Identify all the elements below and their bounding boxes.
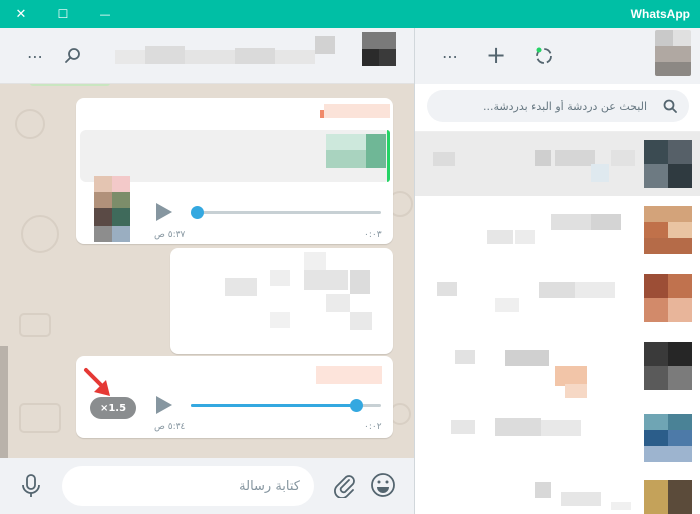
close-icon: ✕ bbox=[15, 6, 27, 22]
audio-progress-knob[interactable] bbox=[191, 206, 204, 219]
voice-message-bubble[interactable]: ٥:٣٧ ص ٠:٠٣ bbox=[76, 98, 393, 244]
message-list[interactable]: ٥:٣٧ ص ٠:٠٣ ×1.5 ٥:٣٤ ص ٠:٠٢ bbox=[0, 84, 414, 458]
composer-bar bbox=[0, 458, 414, 514]
chat-list-item[interactable] bbox=[415, 336, 700, 404]
voice-duration: ٠:٠٢ bbox=[364, 422, 382, 432]
contact-avatar[interactable] bbox=[362, 32, 396, 66]
maximize-icon: ☐ bbox=[57, 7, 69, 21]
chat-avatar bbox=[644, 274, 692, 322]
close-window-button[interactable]: ✕ bbox=[6, 0, 36, 28]
search-icon bbox=[663, 99, 677, 113]
voice-duration: ٠:٠٣ bbox=[364, 230, 382, 240]
play-button[interactable] bbox=[156, 203, 172, 221]
voice-record-button[interactable] bbox=[20, 474, 42, 498]
chat-avatar bbox=[644, 414, 692, 462]
chat-avatar bbox=[644, 140, 692, 188]
sidebar-header: ⋯ + bbox=[415, 28, 700, 84]
voice-message-bubble-speed[interactable]: ×1.5 ٥:٣٤ ص ٠:٠٢ bbox=[76, 356, 393, 438]
my-avatar[interactable] bbox=[655, 30, 691, 76]
chat-avatar bbox=[644, 206, 692, 254]
status-button[interactable] bbox=[529, 41, 559, 71]
message-time: ٥:٣٧ ص bbox=[154, 230, 186, 240]
app-title: WhatsApp bbox=[630, 7, 690, 21]
chat-list-item[interactable] bbox=[415, 472, 700, 514]
chat-header: ⋯ bbox=[0, 28, 414, 84]
minimize-icon: — bbox=[99, 7, 111, 21]
attach-button[interactable] bbox=[332, 472, 356, 499]
minimize-window-button[interactable]: — bbox=[90, 0, 120, 28]
audio-progress-fill bbox=[191, 404, 354, 407]
chat-list-item[interactable] bbox=[415, 268, 700, 336]
microphone-icon bbox=[22, 474, 40, 497]
chat-list-item[interactable] bbox=[415, 132, 700, 196]
title-bar: ✕ ☐ — WhatsApp bbox=[0, 0, 700, 28]
message-input[interactable] bbox=[62, 466, 314, 506]
chat-pane: ⋯ ٥:٣٧ ص ٠:٠٣ ×1.5 ٥:٣٤ ص ٠:٠٢ كتابة رسا… bbox=[0, 28, 414, 514]
chat-list-item[interactable] bbox=[415, 200, 700, 268]
audio-progress-knob[interactable] bbox=[350, 399, 363, 412]
chat-search-button[interactable] bbox=[58, 41, 88, 71]
chat-menu-button[interactable]: ⋯ bbox=[20, 41, 50, 71]
status-icon bbox=[536, 47, 552, 64]
contact-name-blurred[interactable] bbox=[115, 36, 355, 70]
emoji-icon bbox=[371, 473, 395, 497]
chat-list-sidebar: ⋯ + bbox=[415, 28, 700, 514]
maximize-window-button[interactable]: ☐ bbox=[48, 0, 78, 28]
quoted-reply[interactable] bbox=[80, 130, 390, 182]
audio-progress-track[interactable] bbox=[196, 211, 381, 214]
search-area bbox=[415, 84, 700, 132]
quote-accent-bar bbox=[387, 130, 390, 182]
new-chat-button[interactable]: + bbox=[481, 40, 511, 70]
search-box[interactable] bbox=[427, 90, 689, 122]
more-options-icon: ⋯ bbox=[27, 46, 43, 66]
chat-list-item[interactable] bbox=[415, 404, 700, 472]
image-message-bubble[interactable] bbox=[170, 248, 393, 354]
paperclip-icon bbox=[334, 475, 355, 499]
emoji-button[interactable] bbox=[370, 472, 396, 498]
search-icon bbox=[65, 48, 80, 63]
chat-avatar bbox=[644, 342, 692, 390]
message-time: ٥:٣٤ ص bbox=[154, 422, 186, 432]
annotation-arrow-icon bbox=[84, 368, 110, 396]
search-input[interactable] bbox=[437, 90, 647, 122]
chat-avatar bbox=[644, 480, 692, 514]
play-button[interactable] bbox=[156, 396, 172, 414]
more-options-icon: ⋯ bbox=[442, 46, 458, 66]
sidebar-menu-button[interactable]: ⋯ bbox=[435, 41, 465, 71]
playback-speed-label: ×1.5 bbox=[99, 402, 127, 414]
plus-icon: + bbox=[485, 41, 507, 69]
sender-thumbnail bbox=[94, 176, 130, 242]
